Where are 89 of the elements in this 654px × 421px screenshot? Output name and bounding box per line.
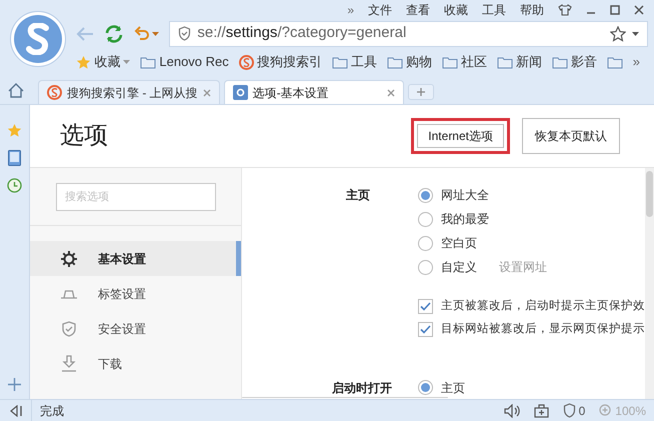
menu-item[interactable]: 帮助	[520, 1, 544, 19]
action-button[interactable]: Internet选项	[411, 118, 510, 154]
radio-button[interactable]	[418, 260, 433, 274]
caret-icon	[123, 60, 130, 64]
speaker-icon[interactable]	[504, 404, 520, 418]
folder-icon	[606, 56, 623, 68]
setting-label: 启动时打开	[331, 380, 392, 396]
radio-label: 主页	[441, 380, 465, 396]
shirt-icon[interactable]	[558, 4, 572, 16]
menu-item[interactable]: 文件	[368, 1, 392, 19]
folder-icon	[140, 56, 156, 68]
tab-title: 选项-基本设置	[252, 84, 330, 102]
gear-icon	[232, 85, 248, 100]
bookmark[interactable]: 收藏	[76, 52, 130, 72]
tab-icon	[60, 288, 78, 298]
blocked-count: 0	[578, 402, 586, 420]
new-tab-button[interactable]	[408, 84, 434, 100]
folder-icon	[442, 56, 458, 68]
bookmark[interactable]: 社区	[442, 52, 487, 72]
vertical-scrollbar[interactable]	[645, 168, 654, 399]
bookmark[interactable]: 影音	[552, 52, 597, 72]
radio-button[interactable]	[418, 236, 433, 250]
menu-item[interactable]: 查看	[406, 1, 430, 19]
tablet-icon[interactable]	[8, 150, 21, 166]
close-icon[interactable]	[634, 5, 644, 15]
gear-icon	[61, 250, 77, 266]
bookmark[interactable]: 搜狗搜索引	[238, 52, 322, 72]
browser-tab[interactable]: 搜狗搜索引擎 - 上网从搜	[38, 80, 220, 104]
menu-item[interactable]: 收藏	[444, 1, 468, 19]
bookmark[interactable]: 新闻	[496, 52, 542, 72]
bookmarks-overflow[interactable]: »	[632, 52, 640, 72]
home-icon[interactable]	[8, 83, 24, 98]
tab-title: 搜狗搜索引擎 - 上网从搜	[67, 84, 198, 102]
toolbox-icon[interactable]	[534, 404, 549, 418]
star-icon[interactable]	[610, 26, 626, 42]
radio-label: 自定义	[441, 259, 477, 276]
shield-icon	[62, 320, 76, 336]
radio-label: 空白页	[441, 235, 477, 252]
address-bar[interactable]: se://settings/?category=general	[169, 20, 648, 46]
checkbox-label: 主页被篡改后，启动时提示主页保护效	[441, 298, 645, 314]
settings-nav-item[interactable]: 下载	[30, 346, 241, 381]
menu-overflow[interactable]: »	[347, 1, 354, 19]
folder-icon	[386, 56, 403, 68]
settings-nav-item[interactable]: 安全设置	[30, 311, 241, 346]
caret-icon[interactable]	[152, 32, 160, 36]
ad-block-shield-icon[interactable]	[562, 403, 576, 418]
plus-icon	[416, 88, 425, 96]
close-icon[interactable]	[386, 88, 395, 96]
download-icon	[61, 355, 77, 372]
horizontal-scrollbar[interactable]	[242, 396, 448, 397]
star-icon	[76, 54, 92, 70]
collapse-sidebar-icon[interactable]	[9, 404, 23, 416]
status-text: 完成	[40, 402, 64, 420]
browser-tab[interactable]: 选项-基本设置	[224, 80, 404, 104]
action-button[interactable]: 恢复本页默认	[522, 118, 620, 154]
bookmark[interactable]: 购物	[386, 52, 432, 72]
clock-icon[interactable]	[7, 178, 22, 193]
radio-button[interactable]	[418, 212, 433, 226]
shield-icon	[178, 26, 192, 41]
radio-button[interactable]	[418, 380, 433, 395]
settings-nav-item[interactable]: 基本设置	[30, 241, 241, 276]
sogou-icon	[238, 54, 254, 70]
star-icon[interactable]	[7, 123, 22, 138]
folder-icon	[552, 56, 568, 68]
maximize-icon[interactable]	[610, 5, 620, 15]
bookmark[interactable]	[606, 56, 623, 68]
sogou-icon	[47, 85, 62, 100]
search-field[interactable]: 搜索选项	[56, 182, 216, 210]
checkbox[interactable]	[418, 322, 433, 338]
bookmark[interactable]: Lenovo Rec	[140, 52, 229, 72]
zoom-level: 100%	[615, 402, 646, 420]
checkbox[interactable]	[418, 299, 433, 314]
folder-icon	[332, 56, 348, 68]
radio-label: 网址大全	[441, 187, 489, 204]
settings-nav-item[interactable]: 标签设置	[30, 276, 241, 311]
bookmark[interactable]: 工具	[332, 52, 377, 72]
checkbox-label: 目标网站被篡改后，显示网页保护提示	[441, 321, 645, 338]
radio-label: 我的最爱	[441, 211, 489, 228]
plus-icon[interactable]	[8, 378, 21, 391]
page-title: 选项	[60, 121, 108, 151]
radio-button[interactable]	[418, 188, 433, 202]
url-text: se://settings/?category=general	[197, 23, 408, 44]
undo-icon[interactable]	[134, 26, 150, 42]
setting-label: 主页	[345, 187, 370, 204]
caret-icon[interactable]	[632, 32, 639, 36]
refresh-icon[interactable]	[104, 24, 124, 44]
menu-item[interactable]: 工具	[482, 1, 506, 19]
folder-icon	[496, 56, 513, 68]
zoom-icon[interactable]	[599, 404, 612, 417]
